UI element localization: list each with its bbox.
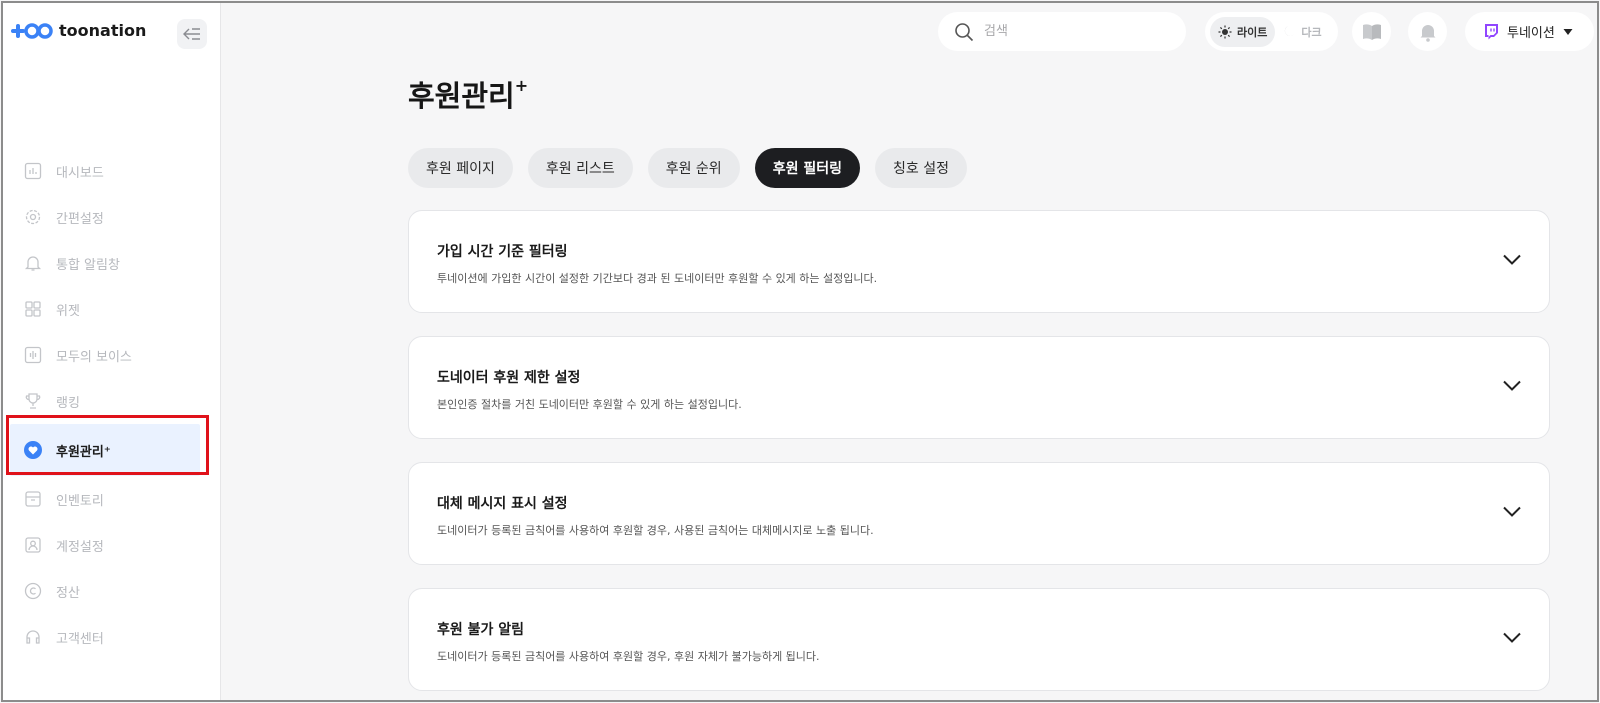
twitch-icon [1485, 24, 1498, 40]
sidebar-item-settlement[interactable]: 정산 [3, 568, 221, 614]
section-description: 도네이터가 등록된 금칙어를 사용하여 후원할 경우, 사용된 금칙어는 대체메… [437, 524, 874, 537]
sidebar: toonation 대시보드 간편설정 통합 알림창 위젯 모두의 보이스 랭킹… [3, 3, 221, 700]
sun-icon [1218, 25, 1232, 38]
brand-logo[interactable]: toonation [11, 21, 146, 40]
sidebar-item-widget[interactable]: 위젯 [3, 286, 221, 332]
gear-icon [23, 207, 43, 227]
moon-icon [1285, 26, 1295, 37]
voice-icon [23, 345, 43, 365]
section-title: 가입 시간 기준 필터링 [437, 244, 568, 260]
chevron-down-icon[interactable] [1503, 380, 1521, 391]
theme-dark-option[interactable]: 다크 [1275, 17, 1329, 47]
search-icon [955, 22, 974, 41]
sidebar-item-label: 간편설정 [56, 211, 104, 227]
sidebar-item-label: 후원관리⁺ [56, 444, 111, 460]
section-description: 도네이터가 등록된 금칙어를 사용하여 후원할 경우, 후원 자체가 불가능하게… [437, 650, 820, 663]
widget-grid-icon [23, 299, 43, 319]
sidebar-item-label: 계정설정 [56, 539, 104, 555]
section-description: 투네이션에 가입한 시간이 설정한 기간보다 경과 된 도네이터만 후원할 수 … [437, 272, 878, 285]
section-title: 대체 메시지 표시 설정 [437, 496, 568, 512]
theme-light-option[interactable]: 라이트 [1210, 16, 1276, 47]
donation-tabs: 후원 페이지 후원 리스트 후원 순위 후원 필터링 칭호 설정 [408, 148, 982, 188]
copyright-icon [23, 581, 43, 601]
theme-light-label: 라이트 [1237, 25, 1268, 39]
sidebar-item-label: 인벤토리 [56, 493, 104, 509]
account-icon [23, 535, 43, 555]
section-card-signup-time-filter[interactable]: 가입 시간 기준 필터링 투네이션에 가입한 시간이 설정한 기간보다 경과 된… [408, 210, 1550, 313]
theme-dark-label: 다크 [1301, 25, 1322, 39]
chevron-down-icon[interactable] [1503, 506, 1521, 517]
bell-icon [23, 253, 43, 273]
dashboard-icon [23, 161, 43, 181]
book-icon [1362, 23, 1381, 40]
tab-donation-list[interactable]: 후원 리스트 [527, 148, 633, 188]
sidebar-nav: 대시보드 간편설정 통합 알림창 위젯 모두의 보이스 랭킹 후원관리⁺ 인벤토… [3, 148, 221, 660]
bell-icon [1420, 24, 1435, 42]
sidebar-item-label: 고객센터 [56, 631, 104, 647]
toonation-logo-icon [11, 22, 53, 40]
page-title-text: 후원관리 [408, 79, 515, 113]
sidebar-item-voice[interactable]: 모두의 보이스 [3, 332, 221, 378]
collapse-sidebar-button[interactable] [177, 19, 207, 49]
theme-toggle: 라이트 다크 [1205, 12, 1338, 51]
page-title-sup: + [514, 76, 529, 96]
trophy-icon [23, 391, 43, 411]
tab-donation-ranking[interactable]: 후원 순위 [647, 148, 740, 188]
sidebar-item-dashboard[interactable]: 대시보드 [3, 148, 221, 194]
sidebar-item-inventory[interactable]: 인벤토리 [3, 476, 221, 522]
sidebar-item-support[interactable]: 고객센터 [3, 614, 221, 660]
collapse-arrow-icon [183, 28, 200, 40]
sidebar-item-label: 모두의 보이스 [56, 349, 132, 365]
section-card-donation-blocked-alert[interactable]: 후원 불가 알림 도네이터가 등록된 금칙어를 사용하여 후원할 경우, 후원 … [408, 588, 1550, 691]
user-menu-button[interactable]: 투네이션 [1465, 12, 1594, 51]
sidebar-item-account[interactable]: 계정설정 [3, 522, 221, 568]
inventory-icon [23, 489, 43, 509]
section-title: 후원 불가 알림 [437, 622, 525, 638]
search-input[interactable] [984, 24, 1154, 39]
page-title: 후원관리+ [408, 73, 528, 115]
section-card-replacement-message[interactable]: 대체 메시지 표시 설정 도네이터가 등록된 금칙어를 사용하여 후원할 경우,… [408, 462, 1550, 565]
chevron-down-icon[interactable] [1503, 254, 1521, 265]
headset-icon [23, 627, 43, 647]
sidebar-item-alerts[interactable]: 통합 알림창 [3, 240, 221, 286]
notifications-button[interactable] [1408, 12, 1447, 51]
sidebar-item-quick-settings[interactable]: 간편설정 [3, 194, 221, 240]
guide-book-button[interactable] [1352, 12, 1391, 51]
tab-title-settings[interactable]: 칭호 설정 [874, 148, 967, 188]
sidebar-item-ranking[interactable]: 랭킹 [3, 378, 221, 424]
section-title: 도네이터 후원 제한 설정 [437, 370, 581, 386]
sidebar-item-label: 정산 [56, 585, 80, 601]
chevron-down-icon[interactable] [1503, 632, 1521, 643]
sidebar-item-label: 대시보드 [56, 165, 104, 181]
sidebar-item-label: 통합 알림창 [56, 257, 120, 273]
section-card-donor-restriction[interactable]: 도네이터 후원 제한 설정 본인인증 절차를 거친 도네이터만 후원할 수 있게… [408, 336, 1550, 439]
heart-icon [23, 440, 43, 460]
sidebar-item-label: 위젯 [56, 303, 80, 319]
tab-donation-page[interactable]: 후원 페이지 [408, 148, 513, 188]
sidebar-item-label: 랭킹 [56, 395, 80, 411]
caret-down-icon [1563, 28, 1573, 35]
section-description: 본인인증 절차를 거친 도네이터만 후원할 수 있게 하는 설정입니다. [437, 398, 742, 411]
search-bar[interactable] [938, 12, 1186, 51]
user-name: 투네이션 [1507, 26, 1555, 41]
tab-donation-filtering[interactable]: 후원 필터링 [754, 148, 860, 188]
app-window: toonation 대시보드 간편설정 통합 알림창 위젯 모두의 보이스 랭킹… [1, 1, 1599, 702]
brand-name: toonation [59, 21, 147, 40]
sidebar-item-donation-management[interactable]: 후원관리⁺ [10, 424, 200, 476]
